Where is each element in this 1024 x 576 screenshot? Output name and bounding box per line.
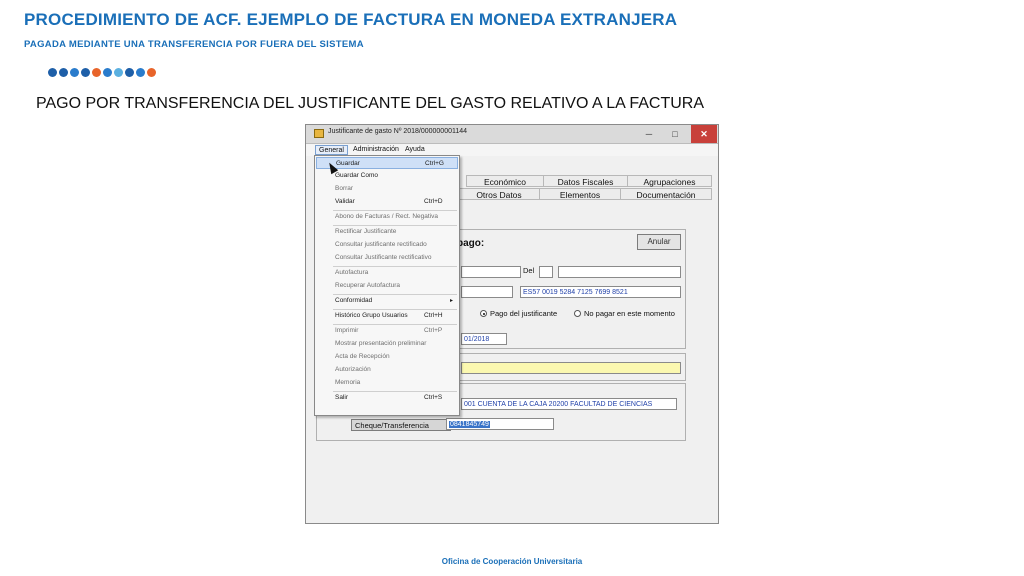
menu-general[interactable]: General — [315, 145, 348, 155]
menu-item-shortcut: Ctrl+D — [424, 198, 443, 205]
dot-9 — [147, 68, 156, 77]
dot-4 — [92, 68, 101, 77]
close-button[interactable]: ✕ — [691, 125, 717, 143]
menu-item-10[interactable]: Conformidad ▸ — [316, 295, 458, 307]
menu-item-label: Recuperar Autofactura — [335, 282, 401, 289]
menu-item-label: Mostrar presentación preliminar — [335, 340, 427, 347]
menu-item-16[interactable]: Memoria — [316, 377, 458, 389]
numero-field[interactable] — [461, 266, 521, 278]
menu-item-label: Histórico Grupo Usuarios — [335, 312, 408, 319]
window-title: Justificante de gasto Nº 2018/0000000011… — [328, 128, 468, 135]
menu-administracion[interactable]: Administración — [350, 145, 402, 155]
menu-item-label: Guardar Como — [335, 172, 378, 179]
menu-item-15[interactable]: Autorización — [316, 364, 458, 376]
del-label: Del — [523, 266, 535, 275]
menu-item-label: Conformidad — [335, 297, 373, 304]
tab-documentacion[interactable]: Documentación — [620, 188, 712, 200]
menu-ayuda[interactable]: Ayuda — [402, 145, 428, 155]
menu-item-shortcut: Ctrl+G — [425, 160, 444, 167]
cheque-transferencia-label: Cheque/Transferencia — [351, 419, 451, 431]
dot-2 — [70, 68, 79, 77]
window-titlebar[interactable]: Justificante de gasto Nº 2018/0000000011… — [306, 125, 718, 144]
del-field[interactable] — [539, 266, 553, 278]
menu-item-label: Rectificar Justificante — [335, 228, 397, 235]
fecha-field[interactable]: 01/2018 — [461, 333, 507, 345]
tab-elementos[interactable]: Elementos — [539, 188, 621, 200]
menu-item-label: Memoria — [335, 379, 361, 386]
menu-item-7[interactable]: Consultar Justificante rectificativo — [316, 252, 458, 264]
menu-item-12[interactable]: Imprimir Ctrl+P — [316, 325, 458, 337]
cheque-field[interactable]: 0841845749 — [446, 418, 554, 430]
general-dropdown-menu: Guardar Ctrl+G Guardar Como Borrar Validar Ct… — [314, 155, 460, 416]
menu-item-3[interactable]: Validar Ctrl+D — [316, 196, 458, 208]
minimize-button[interactable]: ─ — [636, 125, 662, 143]
anular-button[interactable]: Anular — [637, 234, 681, 250]
menu-item-label: Validar — [335, 198, 355, 205]
menu-item-label: Consultar Justificante rectificativo — [335, 254, 432, 261]
dot-5 — [103, 68, 112, 77]
menu-item-11[interactable]: Histórico Grupo Usuarios Ctrl+H — [316, 310, 458, 322]
slide-subtitle: PAGADA MEDIANTE UNA TRANSFERENCIA POR FU… — [24, 39, 364, 50]
menu-item-label: Consultar justificante rectificado — [335, 241, 427, 248]
menu-item-0[interactable]: Guardar Ctrl+G — [316, 157, 458, 169]
menu-item-label: Acta de Recepción — [335, 353, 390, 360]
iban-field[interactable]: ES57 0019 5284 7125 7699 8521 — [520, 286, 681, 298]
menu-item-2[interactable]: Borrar — [316, 183, 458, 195]
menu-item-label: Imprimir — [335, 327, 359, 334]
slide-footer: Oficina de Cooperación Universitaria — [441, 557, 583, 566]
menu-item-13[interactable]: Mostrar presentación preliminar — [316, 338, 458, 350]
dot-8 — [136, 68, 145, 77]
cuenta-caja-field[interactable]: 001 CUENTA DE LA CAJA 20200 FACULTAD DE … — [461, 398, 677, 410]
decorative-dots — [48, 68, 156, 77]
cheque-value: 0841845749 — [449, 421, 490, 428]
menu-item-shortcut: Ctrl+S — [424, 394, 443, 401]
menu-item-9[interactable]: Recuperar Autofactura — [316, 280, 458, 292]
del-value-field[interactable] — [558, 266, 681, 278]
slide-title: PROCEDIMIENTO DE ACF. EJEMPLO DE FACTURA… — [24, 10, 678, 29]
menu-item-14[interactable]: Acta de Recepción — [316, 351, 458, 363]
menu-item-17[interactable]: Salir Ctrl+S — [316, 392, 458, 404]
maximize-button[interactable]: □ — [662, 125, 688, 143]
cuenta-field[interactable] — [461, 286, 513, 298]
dot-1 — [59, 68, 68, 77]
folder-icon — [314, 129, 324, 138]
menu-item-shortcut: Ctrl+H — [424, 312, 443, 319]
radio-pago-label: Pago del justificante — [490, 309, 558, 318]
menu-item-shortcut: Ctrl+P — [424, 327, 443, 334]
menu-item-label: Borrar — [335, 185, 354, 192]
menu-item-6[interactable]: Consultar justificante rectificado — [316, 239, 458, 251]
menu-item-4[interactable]: Abono de Facturas / Rect. Negativa — [316, 211, 458, 223]
aviso-field[interactable] — [461, 362, 681, 374]
radio-pago-justificante[interactable] — [480, 310, 487, 317]
dot-0 — [48, 68, 57, 77]
menu-item-label: Abono de Facturas / Rect. Negativa — [335, 213, 438, 220]
dot-6 — [114, 68, 123, 77]
menu-item-8[interactable]: Autofactura — [316, 267, 458, 279]
menu-item-label: Autofactura — [335, 269, 369, 276]
pago-label: pago: — [457, 238, 485, 249]
menu-item-label: Guardar — [336, 160, 360, 167]
tab-datos-fiscales[interactable]: Datos Fiscales — [543, 175, 628, 187]
submenu-arrow-icon: ▸ — [450, 298, 454, 304]
section-heading: PAGO POR TRANSFERENCIA DEL JUSTIFICANTE … — [36, 95, 705, 112]
radio-no-pagar-label: No pagar en este momento — [584, 309, 675, 318]
tab-otros-datos[interactable]: Otros Datos — [458, 188, 540, 200]
dot-7 — [125, 68, 134, 77]
menu-item-1[interactable]: Guardar Como — [316, 170, 458, 182]
dot-3 — [81, 68, 90, 77]
menu-item-label: Autorización — [335, 366, 371, 373]
radio-no-pagar[interactable] — [574, 310, 581, 317]
tab-agrupaciones[interactable]: Agrupaciones — [627, 175, 712, 187]
menu-item-5[interactable]: Rectificar Justificante — [316, 226, 458, 238]
tab-economico[interactable]: Económico — [466, 175, 544, 187]
menu-item-label: Salir — [335, 394, 349, 401]
